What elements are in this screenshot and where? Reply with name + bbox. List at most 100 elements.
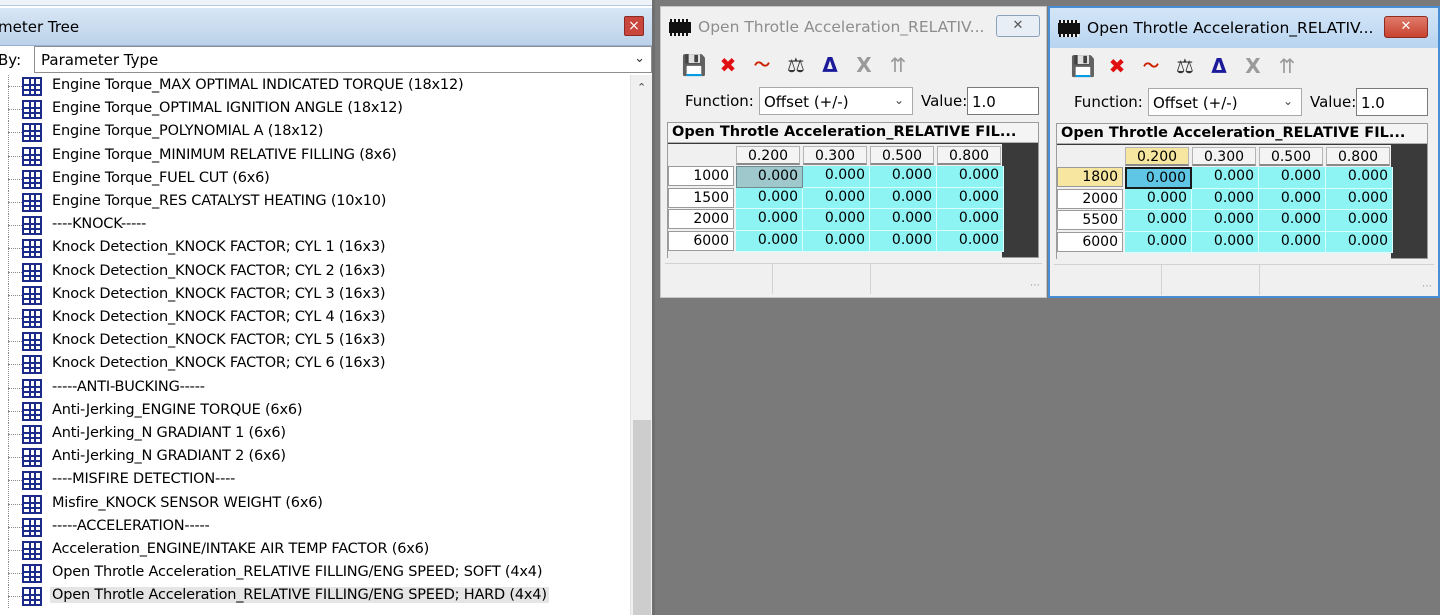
row-header[interactable]: 6000 [1057, 231, 1123, 252]
map-cell[interactable]: 0.000 [937, 187, 1004, 209]
map-cell[interactable]: 0.000 [1192, 231, 1259, 253]
column-header[interactable]: 0.500 [1259, 147, 1323, 166]
map-cell[interactable]: 0.000 [803, 230, 870, 252]
tree-item[interactable]: Open Throtle Acceleration_RELATIVE FILLI… [0, 585, 630, 609]
tree-item[interactable]: Engine Torque_FUEL CUT (6x6) [0, 167, 630, 191]
tree-item[interactable]: Knock Detection_KNOCK FACTOR; CYL 4 (16x… [0, 307, 630, 330]
row-header[interactable]: 6000 [668, 230, 734, 251]
tree-scrollbar[interactable]: ⌃ [630, 75, 652, 615]
row-header[interactable]: 1800 [1057, 167, 1123, 187]
value-input[interactable]: 1.0 [1356, 88, 1428, 116]
column-header[interactable]: 0.800 [937, 146, 1001, 165]
map-cell[interactable]: 0.000 [803, 166, 870, 188]
row-header[interactable]: 5500 [1057, 210, 1123, 230]
tree-item[interactable]: ----MISFIRE DETECTION---- [0, 469, 630, 493]
window-title-bar[interactable]: Open Throtle Acceleration_RELATIV... ✕ [1050, 8, 1438, 48]
column-header[interactable]: 0.300 [803, 146, 867, 165]
map-cell[interactable]: 0.000 [937, 209, 1004, 231]
graph-icon[interactable]: 〜 [1138, 53, 1164, 79]
column-header[interactable]: 0.800 [1326, 147, 1390, 166]
map-cell[interactable]: 0.000 [1326, 167, 1393, 189]
y-axis-icon[interactable]: ⇈ [885, 52, 911, 78]
map-cell[interactable]: 0.000 [1326, 188, 1393, 210]
column-header[interactable]: 0.500 [870, 146, 934, 165]
value-input[interactable]: 1.0 [967, 87, 1039, 115]
map-cell[interactable]: 0.000 [736, 187, 803, 209]
x-axis-icon[interactable]: X [1240, 53, 1266, 79]
map-cell[interactable]: 0.000 [1192, 167, 1259, 189]
tree-item[interactable]: Engine Torque_OPTIMAL IGNITION ANGLE (18… [0, 98, 630, 122]
column-header[interactable]: 0.300 [1192, 147, 1256, 166]
row-header[interactable]: 1000 [668, 166, 734, 186]
tree-item[interactable]: Open Throtle Acceleration_RELATIVE FILLI… [0, 562, 630, 586]
y-axis-icon[interactable]: ⇈ [1274, 53, 1300, 79]
tree-item[interactable]: Acceleration_ENGINE/INTAKE AIR TEMP FACT… [0, 539, 630, 562]
tree-item[interactable]: Anti-Jerking_N GRADIANT 1 (6x6) [0, 423, 630, 446]
scroll-up-icon[interactable]: ⌃ [637, 81, 646, 94]
tree-item[interactable]: -----ANTI-BUCKING----- [0, 376, 630, 400]
column-header[interactable]: 0.200 [1125, 147, 1189, 166]
map-window-1[interactable]: Open Throtle Acceleration_RELATIV... ✕ 💾… [660, 6, 1047, 298]
delete-icon[interactable]: ✖ [1104, 53, 1130, 79]
sort-by-select[interactable]: Parameter Type ⌄ [34, 46, 652, 73]
map-cell[interactable]: 0.000 [736, 166, 803, 188]
map-cell[interactable]: 0.000 [803, 209, 870, 231]
resize-grip-icon[interactable]: ⋯ [1030, 280, 1040, 291]
row-header[interactable]: 1500 [668, 187, 734, 208]
tree-item[interactable]: ----KNOCK----- [0, 214, 630, 238]
tree-item[interactable]: Engine Torque_POLYNOMIAL A (18x12) [0, 121, 630, 145]
tree-item[interactable]: Knock Detection_KNOCK FACTOR; CYL 2 (16x… [0, 260, 630, 284]
map-cell[interactable]: 0.000 [736, 209, 803, 231]
map-cell[interactable]: 0.000 [1125, 188, 1192, 210]
map-cell[interactable]: 0.000 [803, 187, 870, 209]
map-cell[interactable]: 0.000 [1125, 210, 1192, 232]
map-cell[interactable]: 0.000 [1326, 231, 1393, 253]
map-cell[interactable]: 0.000 [1259, 210, 1326, 232]
map-cell[interactable]: 0.000 [870, 187, 937, 209]
x-axis-icon[interactable]: X [851, 52, 877, 78]
delete-icon[interactable]: ✖ [715, 52, 741, 78]
graph-icon[interactable]: 〜 [749, 52, 775, 78]
map-cell[interactable]: 0.000 [1259, 167, 1326, 189]
tree-item[interactable]: Knock Detection_KNOCK FACTOR; CYL 6 (16x… [0, 353, 630, 377]
tree-item[interactable]: Engine Torque_MINIMUM RELATIVE FILLING (… [0, 144, 630, 168]
delta-icon[interactable]: Δ [817, 52, 843, 78]
balance-icon[interactable]: ⚖ [783, 52, 809, 78]
tree-item[interactable]: Knock Detection_KNOCK FACTOR; CYL 3 (16x… [0, 283, 630, 307]
row-header[interactable]: 2000 [1057, 188, 1123, 209]
tree-item[interactable]: Knock Detection_KNOCK FACTOR; CYL 5 (16x… [0, 330, 630, 354]
tree-item[interactable]: Anti-Jerking_ENGINE TORQUE (6x6) [0, 399, 630, 423]
map-cell[interactable]: 0.000 [1259, 231, 1326, 253]
save-icon[interactable]: 💾 [681, 52, 707, 78]
map-cell[interactable]: 0.000 [870, 166, 937, 188]
tree-item[interactable]: Anti-Jerking_N GRADIANT 2 (6x6) [0, 446, 630, 470]
map-cell[interactable]: 0.000 [1192, 210, 1259, 232]
function-select[interactable]: Offset (+/-) ⌄ [1148, 88, 1302, 116]
column-header[interactable]: 0.200 [736, 146, 800, 165]
map-cell[interactable]: 0.000 [1192, 188, 1259, 210]
map-window-2[interactable]: Open Throtle Acceleration_RELATIV... ✕ 💾… [1048, 6, 1440, 298]
save-icon[interactable]: 💾 [1070, 53, 1096, 79]
map-cell[interactable]: 0.000 [1125, 231, 1192, 253]
map-cell[interactable]: 0.000 [870, 230, 937, 252]
window-title-bar[interactable]: Open Throtle Acceleration_RELATIV... ✕ [661, 7, 1046, 47]
function-select[interactable]: Offset (+/-) ⌄ [759, 87, 913, 115]
map-cell[interactable]: 0.000 [937, 230, 1004, 252]
map-cell[interactable]: 0.000 [736, 230, 803, 252]
tree-item[interactable]: -----ACCELERATION----- [0, 515, 630, 539]
close-icon[interactable]: ✕ [996, 15, 1040, 37]
map-cell[interactable]: 0.000 [870, 209, 937, 231]
delta-icon[interactable]: Δ [1206, 53, 1232, 79]
row-header[interactable]: 2000 [668, 209, 734, 229]
scrollbar-thumb[interactable] [633, 420, 651, 615]
close-icon[interactable]: ✕ [1384, 16, 1428, 38]
tree-item[interactable]: Engine Torque_RES CATALYST HEATING (10x1… [0, 191, 630, 214]
map-cell[interactable]: 0.000 [1125, 167, 1192, 189]
balance-icon[interactable]: ⚖ [1172, 53, 1198, 79]
tree-item[interactable]: Misfire_KNOCK SENSOR WEIGHT (6x6) [0, 492, 630, 516]
tree-item[interactable]: Engine Torque_MAX OPTIMAL INDICATED TORQ… [0, 75, 630, 98]
map-cell[interactable]: 0.000 [937, 166, 1004, 188]
map-cell[interactable]: 0.000 [1259, 188, 1326, 210]
map-cell[interactable]: 0.000 [1326, 210, 1393, 232]
resize-grip-icon[interactable]: ⋯ [1422, 281, 1432, 292]
